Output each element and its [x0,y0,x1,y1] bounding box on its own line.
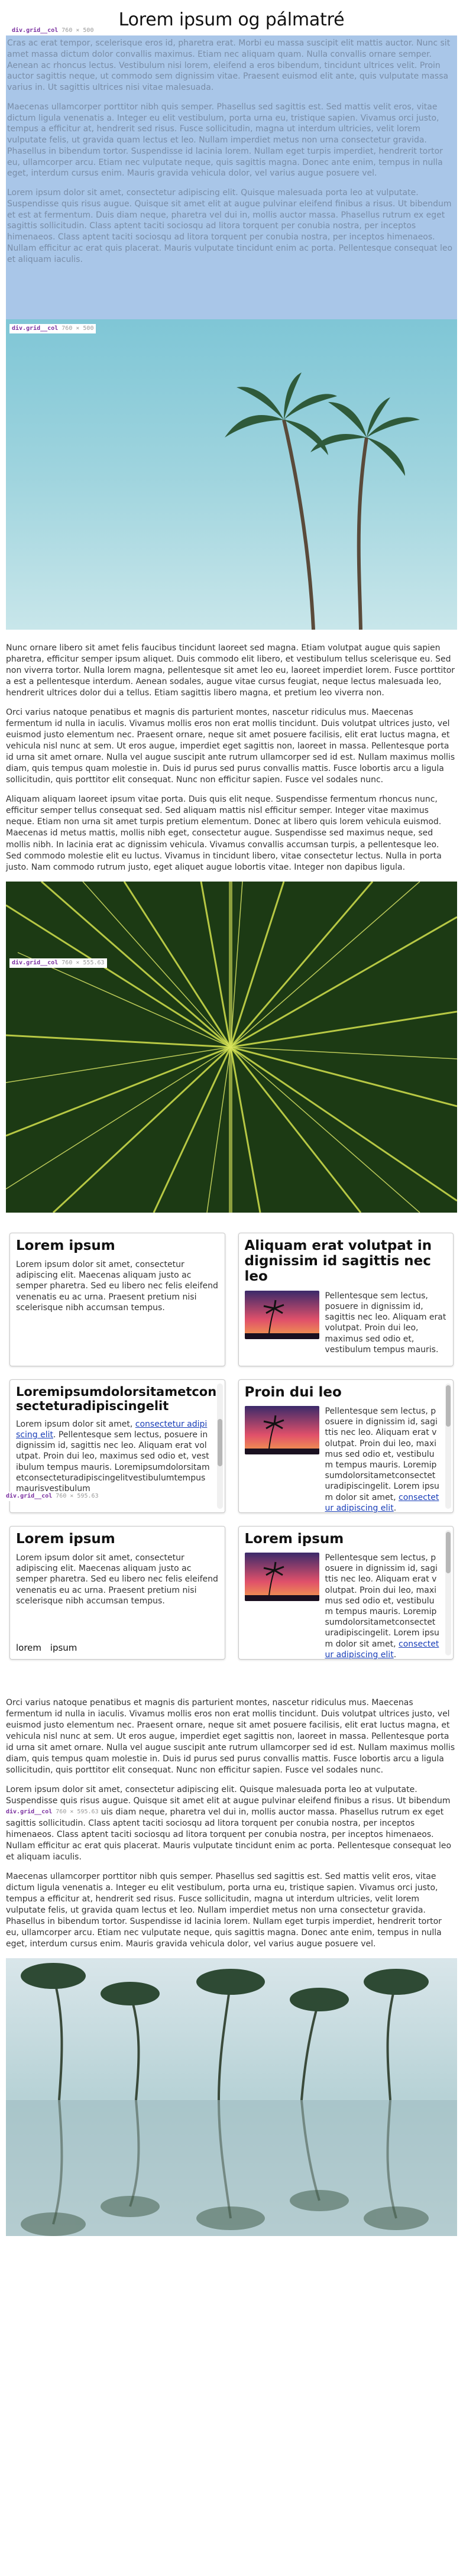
debug-tag: div.grid__col 760 × 595.63 [4,1807,101,1817]
highlighted-grid-col: div.grid__col 760 × 500 Cras ac erat temp… [6,26,457,319]
debug-tag: div.grid__col 760 × 555.63 [9,958,107,968]
card[interactable]: Lorem ipsum Lorem ipsum dolor sit amet, … [9,1232,225,1366]
card-side-text: Pellentesque sem lectus, posuere in dign… [325,1406,448,1513]
intro-paragraph: Cras ac erat tempor, scelerisque eros id… [7,38,451,92]
card-footer: lorem ipsum [16,1642,77,1653]
card-grid: div.grid__col 760 × 595.63 Lorem ipsum Lo… [4,1232,457,1660]
scrollbar-thumb[interactable] [446,1385,451,1427]
debug-tag-name: div.grid__col [6,1808,53,1815]
debug-tag-dims: 760 × 595.63 [56,1492,99,1499]
palm-sky-illustration [6,319,457,630]
footer-paragraph: Maecenas ullamcorper porttitor nibh quis… [6,1872,442,1949]
middle-text: Nunc ornare libero sit amet felis faucib… [6,630,457,873]
card[interactable]: Proin dui leo Pellentesque sem lectus, p… [238,1379,454,1513]
card-scrollbar[interactable] [445,1530,451,1655]
card-scrollbar[interactable] [216,1383,223,1509]
middle-paragraph: Nunc ornare libero sit amet felis faucib… [6,643,455,698]
card[interactable]: Lorem ipsum Pellentesque sem lectus, pos… [238,1525,454,1660]
debug-tag: div.grid__col 760 × 500 [9,324,96,333]
card-scrollbar[interactable] [445,1383,451,1509]
palm-frond-image: div.grid__col 760 × 555.63 [6,881,457,1213]
debug-tag-name: div.grid__col [12,959,59,966]
card-body-text: . Pellentesque sem lectus, posuere in di… [16,1430,210,1493]
card-title: Lorem ipsum [16,1237,115,1253]
sunset-palm-thumbnail [244,1406,319,1455]
card-side-text: Pellentesque sem lectus, posuere in dign… [325,1553,448,1660]
card-title: Proin dui leo [244,1384,342,1400]
card-title: Aliquam erat volutpat in dignissim id sa… [244,1237,432,1285]
intro-paragraph: Lorem ipsum dolor sit amet, consectetur … [7,188,453,264]
sunset-palm-thumbnail [244,1290,319,1339]
intro-paragraph: Maecenas ullamcorper porttitor nibh quis… [7,102,443,179]
debug-tag: div.grid__col 760 × 595.63 [4,1491,101,1501]
card-body-text: Lorem ipsum dolor sit amet, [16,1419,135,1429]
card-side-body: . [393,1503,397,1513]
middle-paragraph: Orci varius natoque penatibus et magnis … [6,708,455,785]
debug-tag-name: div.grid__col [6,1492,53,1499]
palm-frond-illustration [6,881,457,1213]
scrollbar-thumb[interactable] [217,1418,222,1466]
scrollbar-thumb[interactable] [446,1531,451,1573]
card-side-text: Pellentesque sem lectus, posuere in dign… [325,1291,446,1355]
palm-reflection-illustration [6,1958,457,2237]
card-body: Lorem ipsum dolor sit amet, consectetur … [16,1553,218,1606]
card-title: Lorem ipsum [16,1531,115,1547]
card-side-body: Pellentesque sem lectus, posuere in dign… [325,1553,439,1649]
debug-tag-dims: 760 × 500 [61,27,94,34]
card-side-body: Pellentesque sem lectus, posuere in dign… [325,1407,439,1502]
page: Lorem ipsum og pálmatré div.grid__col 760… [4,0,457,2237]
sunset-palm-thumbnail [244,1553,319,1602]
card-title: Lorem ipsum [244,1531,344,1547]
card-title: Loremipsumdolorsitametconsecteturadipisc… [16,1384,217,1413]
debug-tag: div.grid__col 760 × 500 [9,26,96,35]
debug-tag-name: div.grid__col [12,27,59,34]
card[interactable]: Lorem ipsum Lorem ipsum dolor sit amet, … [9,1525,225,1660]
card[interactable]: Aliquam erat volutpat in dignissim id sa… [238,1232,454,1366]
debug-tag-dims: 760 × 500 [61,325,94,332]
footer-paragraph: Orci varius natoque penatibus et magnis … [6,1697,455,1775]
palm-sky-image: div.grid__col 760 × 500 [6,319,457,630]
middle-paragraph: Aliquam aliquam laoreet ipsum vitae port… [6,795,442,872]
debug-tag-dims: 760 × 595.63 [56,1808,99,1815]
card-body: Lorem ipsum dolor sit amet, consectetur … [16,1260,218,1313]
debug-tag-dims: 760 × 555.63 [61,959,105,966]
footer-paragraph: Lorem ipsum dolor sit amet, consectetur … [6,1784,452,1862]
card-side-body: . [393,1650,397,1660]
card-body: Lorem ipsum dolor sit amet, consectetur … [16,1419,219,1494]
palm-reflection-image [6,1958,457,2237]
footer-text: div.grid__col 760 × 595.63 Orci varius na… [4,1660,457,1950]
debug-tag-name: div.grid__col [12,325,59,332]
